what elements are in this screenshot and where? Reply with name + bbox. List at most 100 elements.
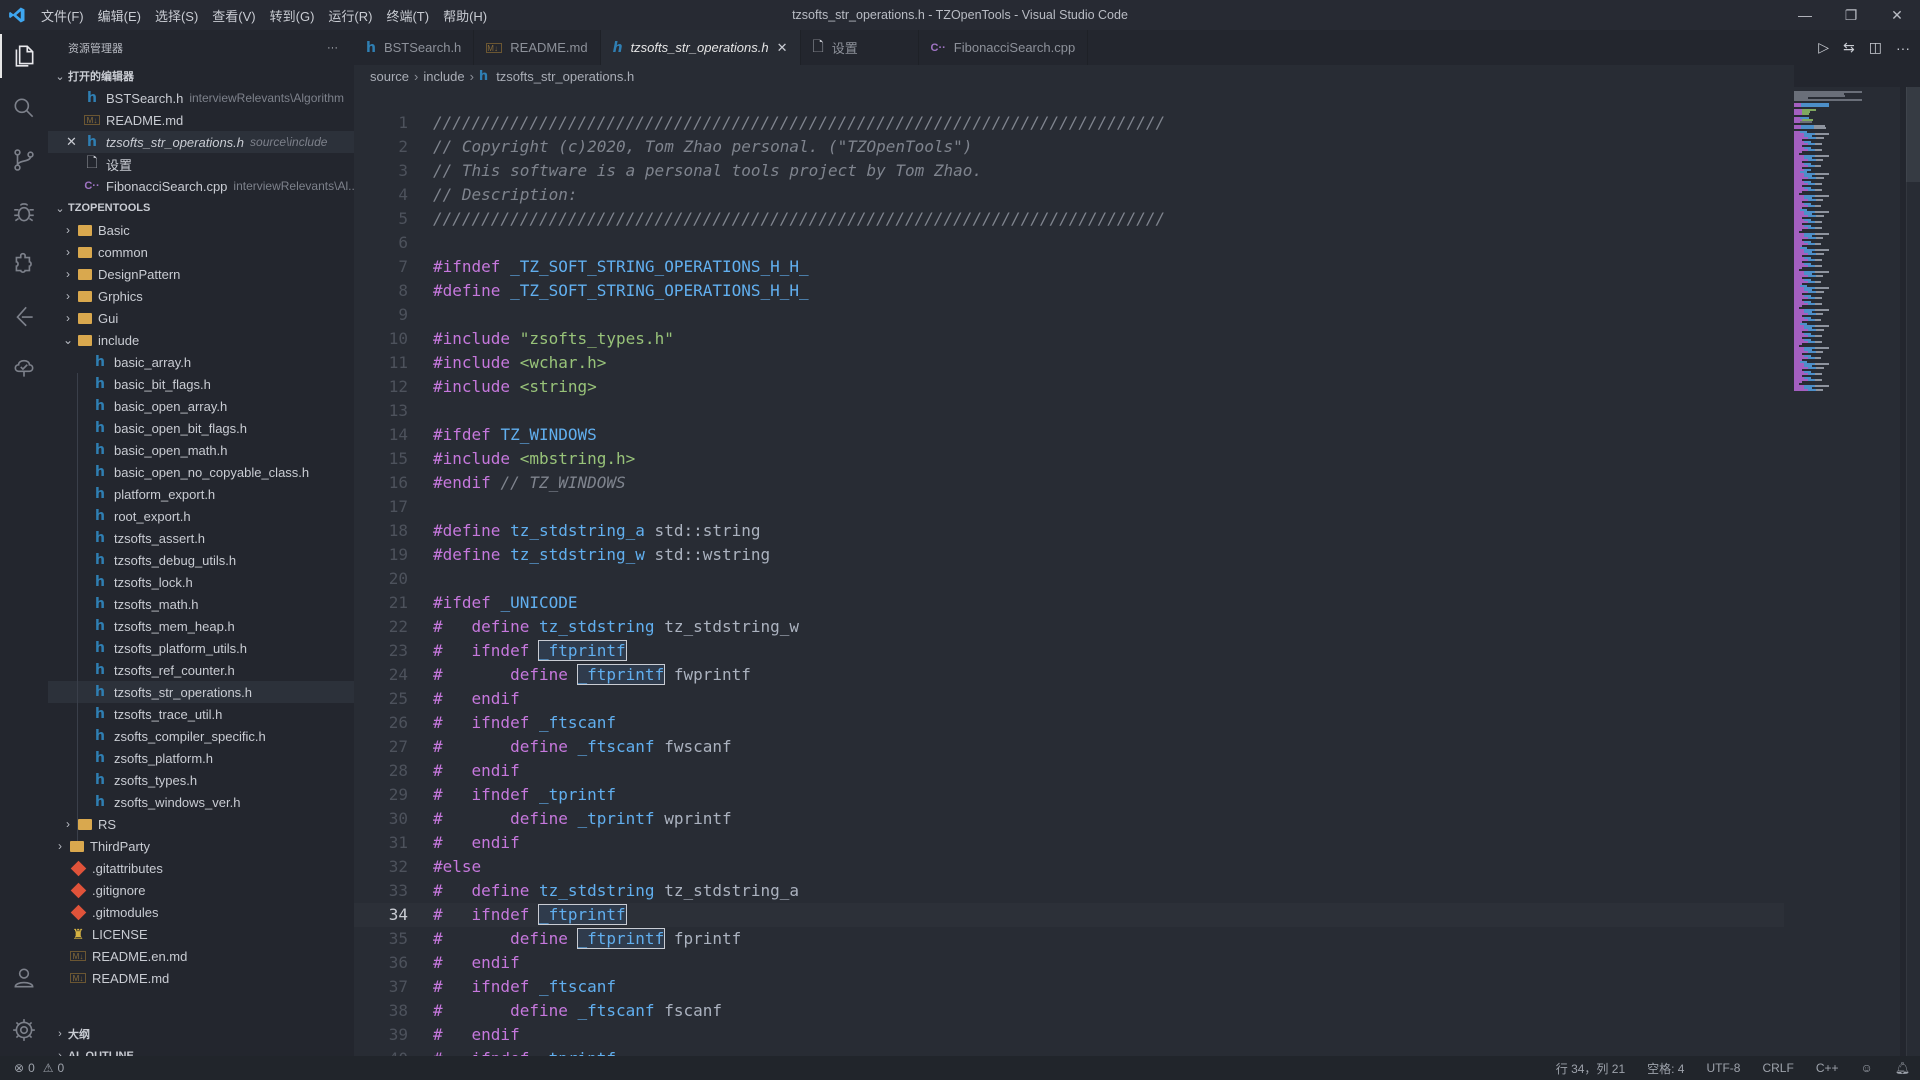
folder-icon [78,290,92,302]
file-item[interactable]: .gitattributes [48,857,354,879]
cursor-position[interactable]: 行 34，列 21 [1556,1060,1625,1077]
menu-item[interactable]: 文件(F) [34,6,91,25]
close-icon[interactable]: ✕ [66,134,84,150]
file-item[interactable]: h tzsofts_debug_utils.h [48,549,354,571]
minimap-mark [1808,335,1815,337]
code-editor[interactable]: 1 ///////////////////////////////////////… [354,87,1790,1056]
language-mode[interactable]: C++ [1816,1061,1839,1075]
activity-tree[interactable] [0,342,48,394]
breadcrumb-item[interactable]: source [370,69,409,84]
file-item[interactable]: h basic_array.h [48,351,354,373]
code-token: // Copyright (c)2020, Tom Zhao personal.… [433,137,973,156]
notifications-bell-icon[interactable]: 🔔︎ [1895,1061,1910,1075]
feedback-icon[interactable]: ☺ [1861,1061,1873,1075]
folder-item[interactable]: › common [48,241,354,263]
file-item[interactable]: M↓ README.md [48,967,354,989]
open-editor-path: interviewRelevants\Al... [233,179,354,193]
menu-item[interactable]: 运行(R) [321,6,379,25]
header-file-icon: h [95,442,105,458]
menu-item[interactable]: 帮助(H) [436,6,494,25]
vertical-scrollbar[interactable] [1906,87,1920,1056]
open-editor-item[interactable]: C·· FibonacciSearch.cpp interviewRelevants… [48,175,354,197]
file-item[interactable]: h tzsofts_ref_counter.h [48,659,354,681]
file-item[interactable]: h tzsofts_math.h [48,593,354,615]
problems-status[interactable]: ⊗ 0 ⚠ 0 [0,1061,64,1075]
folder-item[interactable]: › ThirdParty [48,835,354,857]
file-item[interactable]: .gitignore [48,879,354,901]
run-button[interactable]: ▷ [1818,39,1829,56]
activity-source-control[interactable] [0,134,48,186]
compare-changes-button[interactable]: ⇆ [1843,39,1855,56]
folder-item[interactable]: ⌄ include [48,329,354,351]
menu-item[interactable]: 终端(T) [379,6,436,25]
file-item[interactable]: M↓ README.en.md [48,945,354,967]
file-item[interactable]: .gitmodules [48,901,354,923]
menu-item[interactable]: 选择(S) [148,6,205,25]
more-actions-button[interactable]: ··· [327,42,338,54]
file-item[interactable]: h tzsofts_lock.h [48,571,354,593]
open-editor-item[interactable]: h BSTSearch.h interviewRelevants\Algorithm [48,87,354,109]
encoding[interactable]: UTF-8 [1706,1061,1740,1075]
activity-manage[interactable] [0,1004,48,1056]
file-item[interactable]: h root_export.h [48,505,354,527]
folder-item[interactable]: › Basic [48,219,354,241]
file-item[interactable]: h tzsofts_trace_util.h [48,703,354,725]
breadcrumb-item[interactable]: include [423,69,464,84]
file-item[interactable]: h tzsofts_str_operations.h [48,681,354,703]
editor-tab[interactable]: C·· FibonacciSearch.cpp [918,30,1089,65]
minimap[interactable] [1790,87,1900,1056]
restore-button[interactable]: ❐ [1828,0,1874,30]
file-item[interactable]: h tzsofts_assert.h [48,527,354,549]
open-editors-section[interactable]: ⌄ 打开的编辑器 [48,65,354,87]
folder-item[interactable]: › RS [48,813,354,835]
file-item[interactable]: h basic_open_array.h [48,395,354,417]
file-item[interactable]: h basic_open_math.h [48,439,354,461]
line-ending[interactable]: CRLF [1762,1061,1793,1075]
activity-explorer[interactable] [0,30,48,82]
scrollbar-thumb[interactable] [1906,87,1920,182]
breadcrumb-item[interactable]: tzsofts_str_operations.h [496,69,634,84]
file-item[interactable]: h platform_export.h [48,483,354,505]
open-editor-item[interactable]: ✕ h tzsofts_str_operations.h source\include [48,131,354,153]
file-item[interactable]: ♜ LICENSE [48,923,354,945]
minimap-mark [1794,127,1801,129]
file-item[interactable]: h zsofts_platform.h [48,747,354,769]
editor-more-button[interactable]: ··· [1896,40,1910,56]
file-item[interactable]: h tzsofts_platform_utils.h [48,637,354,659]
file-item[interactable]: h tzsofts_mem_heap.h [48,615,354,637]
line-content: # endif [433,951,520,975]
folder-item[interactable]: › Grphics [48,285,354,307]
activity-debug[interactable] [0,186,48,238]
indentation[interactable]: 空格: 4 [1647,1060,1684,1077]
workspace-section[interactable]: ⌄ TZOPENTOOLS [48,197,354,219]
close-window-button[interactable]: ✕ [1874,0,1920,30]
minimap-mark [1808,389,1816,391]
editor-tab[interactable]: 🗋 设置 [800,30,919,65]
outline-section[interactable]: › 大纲 [48,1023,354,1045]
file-item[interactable]: h zsofts_types.h [48,769,354,791]
menu-item[interactable]: 编辑(E) [91,6,148,25]
editor-tab[interactable]: M↓ README.md [474,30,601,65]
file-item[interactable]: h basic_bit_flags.h [48,373,354,395]
folder-icon [78,246,92,258]
open-editor-item[interactable]: M↓ README.md [48,109,354,131]
folder-item[interactable]: › DesignPattern [48,263,354,285]
editor-tab[interactable]: h BSTSearch.h [354,30,475,65]
split-editor-button[interactable]: ◫ [1869,39,1882,56]
activity-extensions[interactable] [0,238,48,290]
editor-tab[interactable]: h tzsofts_str_operations.h ✕ [600,30,801,65]
activity-remote[interactable] [0,290,48,342]
file-item[interactable]: h basic_open_no_copyable_class.h [48,461,354,483]
file-item[interactable]: h basic_open_bit_flags.h [48,417,354,439]
close-tab-icon[interactable]: ✕ [777,40,788,56]
minimize-button[interactable]: — [1782,0,1828,30]
activity-accounts[interactable] [0,952,48,1004]
open-editor-item[interactable]: 🗋 设置 [48,153,354,175]
file-item[interactable]: h zsofts_windows_ver.h [48,791,354,813]
file-item[interactable]: h zsofts_compiler_specific.h [48,725,354,747]
activity-search[interactable] [0,82,48,134]
line-number: 21 [388,593,408,612]
folder-item[interactable]: › Gui [48,307,354,329]
menu-item[interactable]: 查看(V) [205,6,262,25]
menu-item[interactable]: 转到(G) [263,6,322,25]
